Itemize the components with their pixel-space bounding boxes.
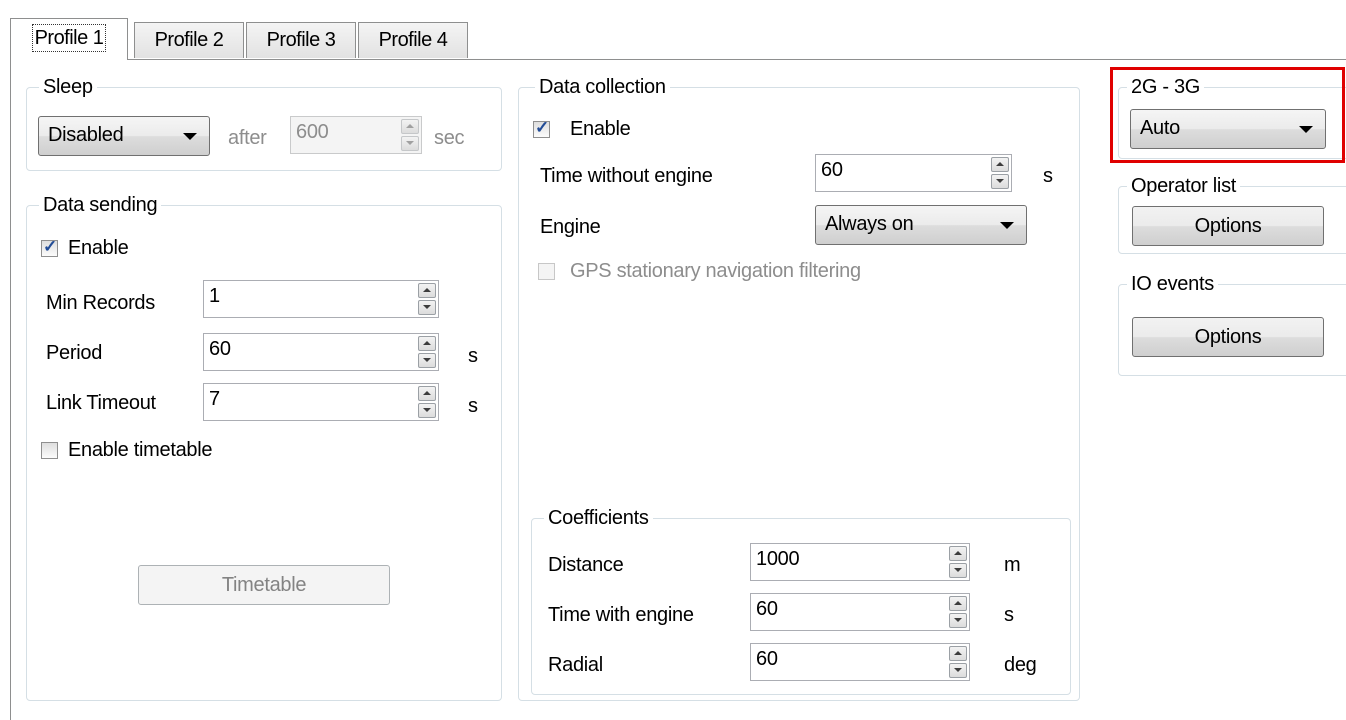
sleep-mode-value: Disabled <box>48 124 124 146</box>
link-timeout-label: Link Timeout <box>46 392 156 414</box>
min-records-label: Min Records <box>46 292 155 314</box>
tab-label: Profile 3 <box>266 29 336 51</box>
spin-up-icon[interactable] <box>949 646 967 661</box>
period-input[interactable]: 60 <box>203 333 439 371</box>
spin-up-icon[interactable] <box>991 157 1009 172</box>
spin-up-icon[interactable] <box>418 283 436 298</box>
min-records-value: 1 <box>209 285 220 307</box>
time-without-engine-label: Time without engine <box>540 165 713 187</box>
spin-down-icon[interactable] <box>949 613 967 628</box>
data-collection-enable-checkbox[interactable]: ✓ <box>533 118 550 138</box>
spin-up-icon[interactable] <box>418 336 436 351</box>
network-mode-dropdown[interactable]: Auto <box>1130 109 1326 149</box>
chevron-down-icon <box>1299 126 1313 133</box>
tab-profile-4[interactable]: Profile 4 <box>358 22 468 58</box>
tab-profile-3[interactable]: Profile 3 <box>246 22 356 58</box>
data-sending-enable-label: Enable <box>68 237 129 259</box>
chevron-down-icon <box>1000 222 1014 229</box>
time-without-engine-input[interactable]: 60 <box>815 154 1012 192</box>
spin-down-icon[interactable] <box>418 403 436 418</box>
tab-label: Profile 4 <box>378 29 448 51</box>
sleep-mode-dropdown[interactable]: Disabled <box>38 116 210 156</box>
period-unit-label: s <box>468 345 478 367</box>
enable-timetable-checkbox[interactable] <box>41 442 58 459</box>
period-value: 60 <box>209 338 231 360</box>
gps-filter-checkbox[interactable] <box>538 263 555 280</box>
chevron-down-icon <box>183 133 197 140</box>
time-with-engine-value: 60 <box>756 598 778 620</box>
min-records-input[interactable]: 1 <box>203 280 439 318</box>
time-with-engine-label: Time with engine <box>548 604 694 626</box>
timetable-button[interactable]: Timetable <box>138 565 390 605</box>
link-timeout-value: 7 <box>209 388 220 410</box>
sleep-timeout-input[interactable]: 600 <box>290 116 422 154</box>
spin-down-icon[interactable] <box>949 663 967 678</box>
spin-down-icon[interactable] <box>401 136 419 151</box>
tab-label: Profile 1 <box>31 24 107 52</box>
radial-input[interactable]: 60 <box>750 643 970 681</box>
distance-unit-label: m <box>1004 554 1021 576</box>
link-timeout-unit-label: s <box>468 395 478 417</box>
engine-label: Engine <box>540 216 601 238</box>
check-icon: ✓ <box>43 237 58 256</box>
spin-up-icon[interactable] <box>418 386 436 401</box>
radial-value: 60 <box>756 648 778 670</box>
data-collection-group-title: Data collection <box>535 74 670 100</box>
spin-down-icon[interactable] <box>949 563 967 578</box>
distance-input[interactable]: 1000 <box>750 543 970 581</box>
sleep-after-label: after <box>228 127 267 149</box>
sleep-unit-label: sec <box>434 127 465 149</box>
radial-label: Radial <box>548 654 603 676</box>
io-events-options-button[interactable]: Options <box>1132 317 1324 357</box>
spin-down-icon[interactable] <box>418 353 436 368</box>
spin-down-icon[interactable] <box>418 300 436 315</box>
sleep-group-title: Sleep <box>39 74 97 100</box>
link-timeout-input[interactable]: 7 <box>203 383 439 421</box>
sleep-timeout-value: 600 <box>296 121 329 143</box>
tab-profile-2[interactable]: Profile 2 <box>134 22 244 58</box>
distance-label: Distance <box>548 554 624 576</box>
data-sending-enable-checkbox[interactable]: ✓ <box>41 237 58 257</box>
data-sending-group-title: Data sending <box>39 192 162 218</box>
network-mode-group-title: 2G - 3G <box>1127 74 1205 100</box>
time-with-engine-unit-label: s <box>1004 604 1014 626</box>
check-icon: ✓ <box>535 118 550 137</box>
operator-list-options-button[interactable]: Options <box>1132 206 1324 246</box>
spin-up-icon[interactable] <box>949 546 967 561</box>
radial-unit-label: deg <box>1004 654 1037 676</box>
spin-up-icon[interactable] <box>401 119 419 134</box>
operator-list-group-title: Operator list <box>1127 173 1241 199</box>
io-events-group-title: IO events <box>1127 271 1218 297</box>
time-without-engine-value: 60 <box>821 159 843 181</box>
tab-profile-1[interactable]: Profile 1 <box>10 18 128 60</box>
distance-value: 1000 <box>756 548 800 570</box>
engine-dropdown[interactable]: Always on <box>815 205 1027 245</box>
gps-filter-label: GPS stationary navigation filtering <box>570 260 861 282</box>
network-mode-value: Auto <box>1140 117 1180 139</box>
time-without-engine-unit-label: s <box>1043 165 1053 187</box>
spin-down-icon[interactable] <box>991 174 1009 189</box>
coefficients-group-title: Coefficients <box>544 505 653 531</box>
time-with-engine-input[interactable]: 60 <box>750 593 970 631</box>
enable-timetable-label: Enable timetable <box>68 439 213 461</box>
tab-label: Profile 2 <box>154 29 224 51</box>
spin-up-icon[interactable] <box>949 596 967 611</box>
period-label: Period <box>46 342 103 364</box>
data-collection-enable-label: Enable <box>570 118 631 140</box>
engine-value: Always on <box>825 213 914 235</box>
